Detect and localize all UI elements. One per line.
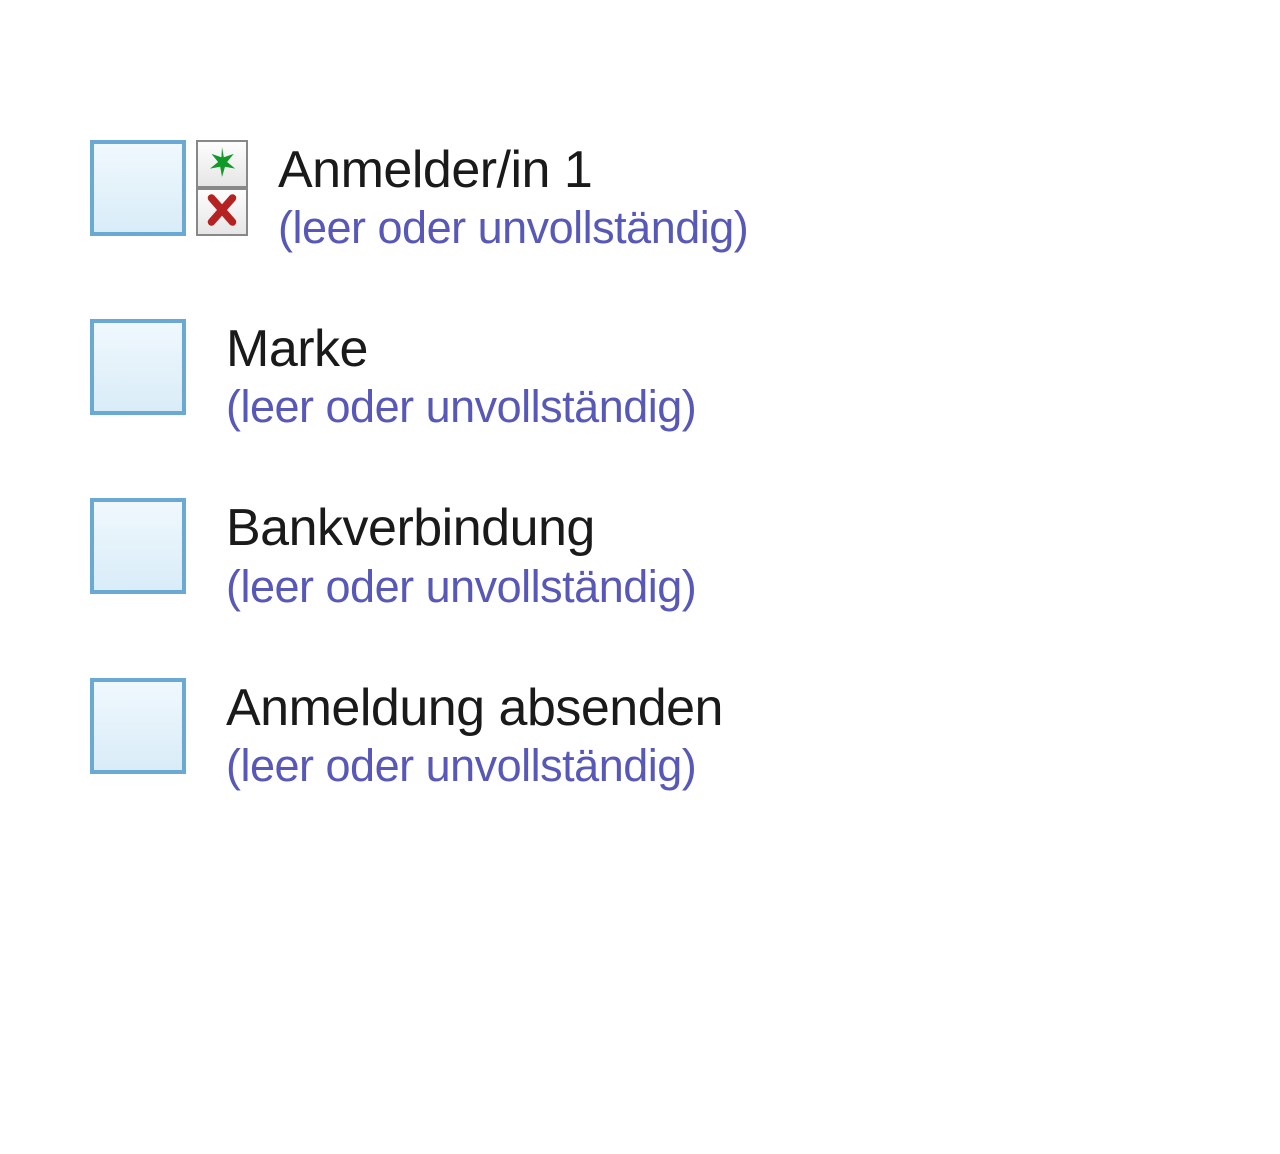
item-status: (leer oder unvollständig) [226,560,696,614]
action-stack [196,140,248,236]
text-block: Anmelder/in 1 (leer oder unvollständig) [278,140,748,255]
add-button[interactable] [196,140,248,188]
item-title: Bankverbindung [226,500,696,557]
item-title: Anmeldung absenden [226,680,723,737]
text-block: Anmeldung absenden (leer oder unvollstän… [226,678,723,793]
delete-button[interactable] [196,188,248,236]
checkbox-anmelder[interactable] [90,140,186,236]
checkbox-marke[interactable] [90,319,186,415]
text-block: Marke (leer oder unvollständig) [226,319,696,434]
checklist-item-marke: Marke (leer oder unvollständig) [90,319,1190,434]
checkbox-bankverbindung[interactable] [90,498,186,594]
item-title: Anmelder/in 1 [278,142,748,199]
text-block: Bankverbindung (leer oder unvollständig) [226,498,696,613]
checklist-item-anmelder: Anmelder/in 1 (leer oder unvollständig) [90,140,1190,255]
checkbox-anmeldung-absenden[interactable] [90,678,186,774]
item-title: Marke [226,321,696,378]
checklist-item-bankverbindung: Bankverbindung (leer oder unvollständig) [90,498,1190,613]
item-status: (leer oder unvollständig) [226,739,723,793]
item-status: (leer oder unvollständig) [278,201,748,255]
item-status: (leer oder unvollständig) [226,380,696,434]
x-icon [204,192,240,233]
checklist-list: Anmelder/in 1 (leer oder unvollständig) … [90,140,1190,793]
checklist-item-anmeldung-absenden: Anmeldung absenden (leer oder unvollstän… [90,678,1190,793]
asterisk-icon [204,144,240,185]
